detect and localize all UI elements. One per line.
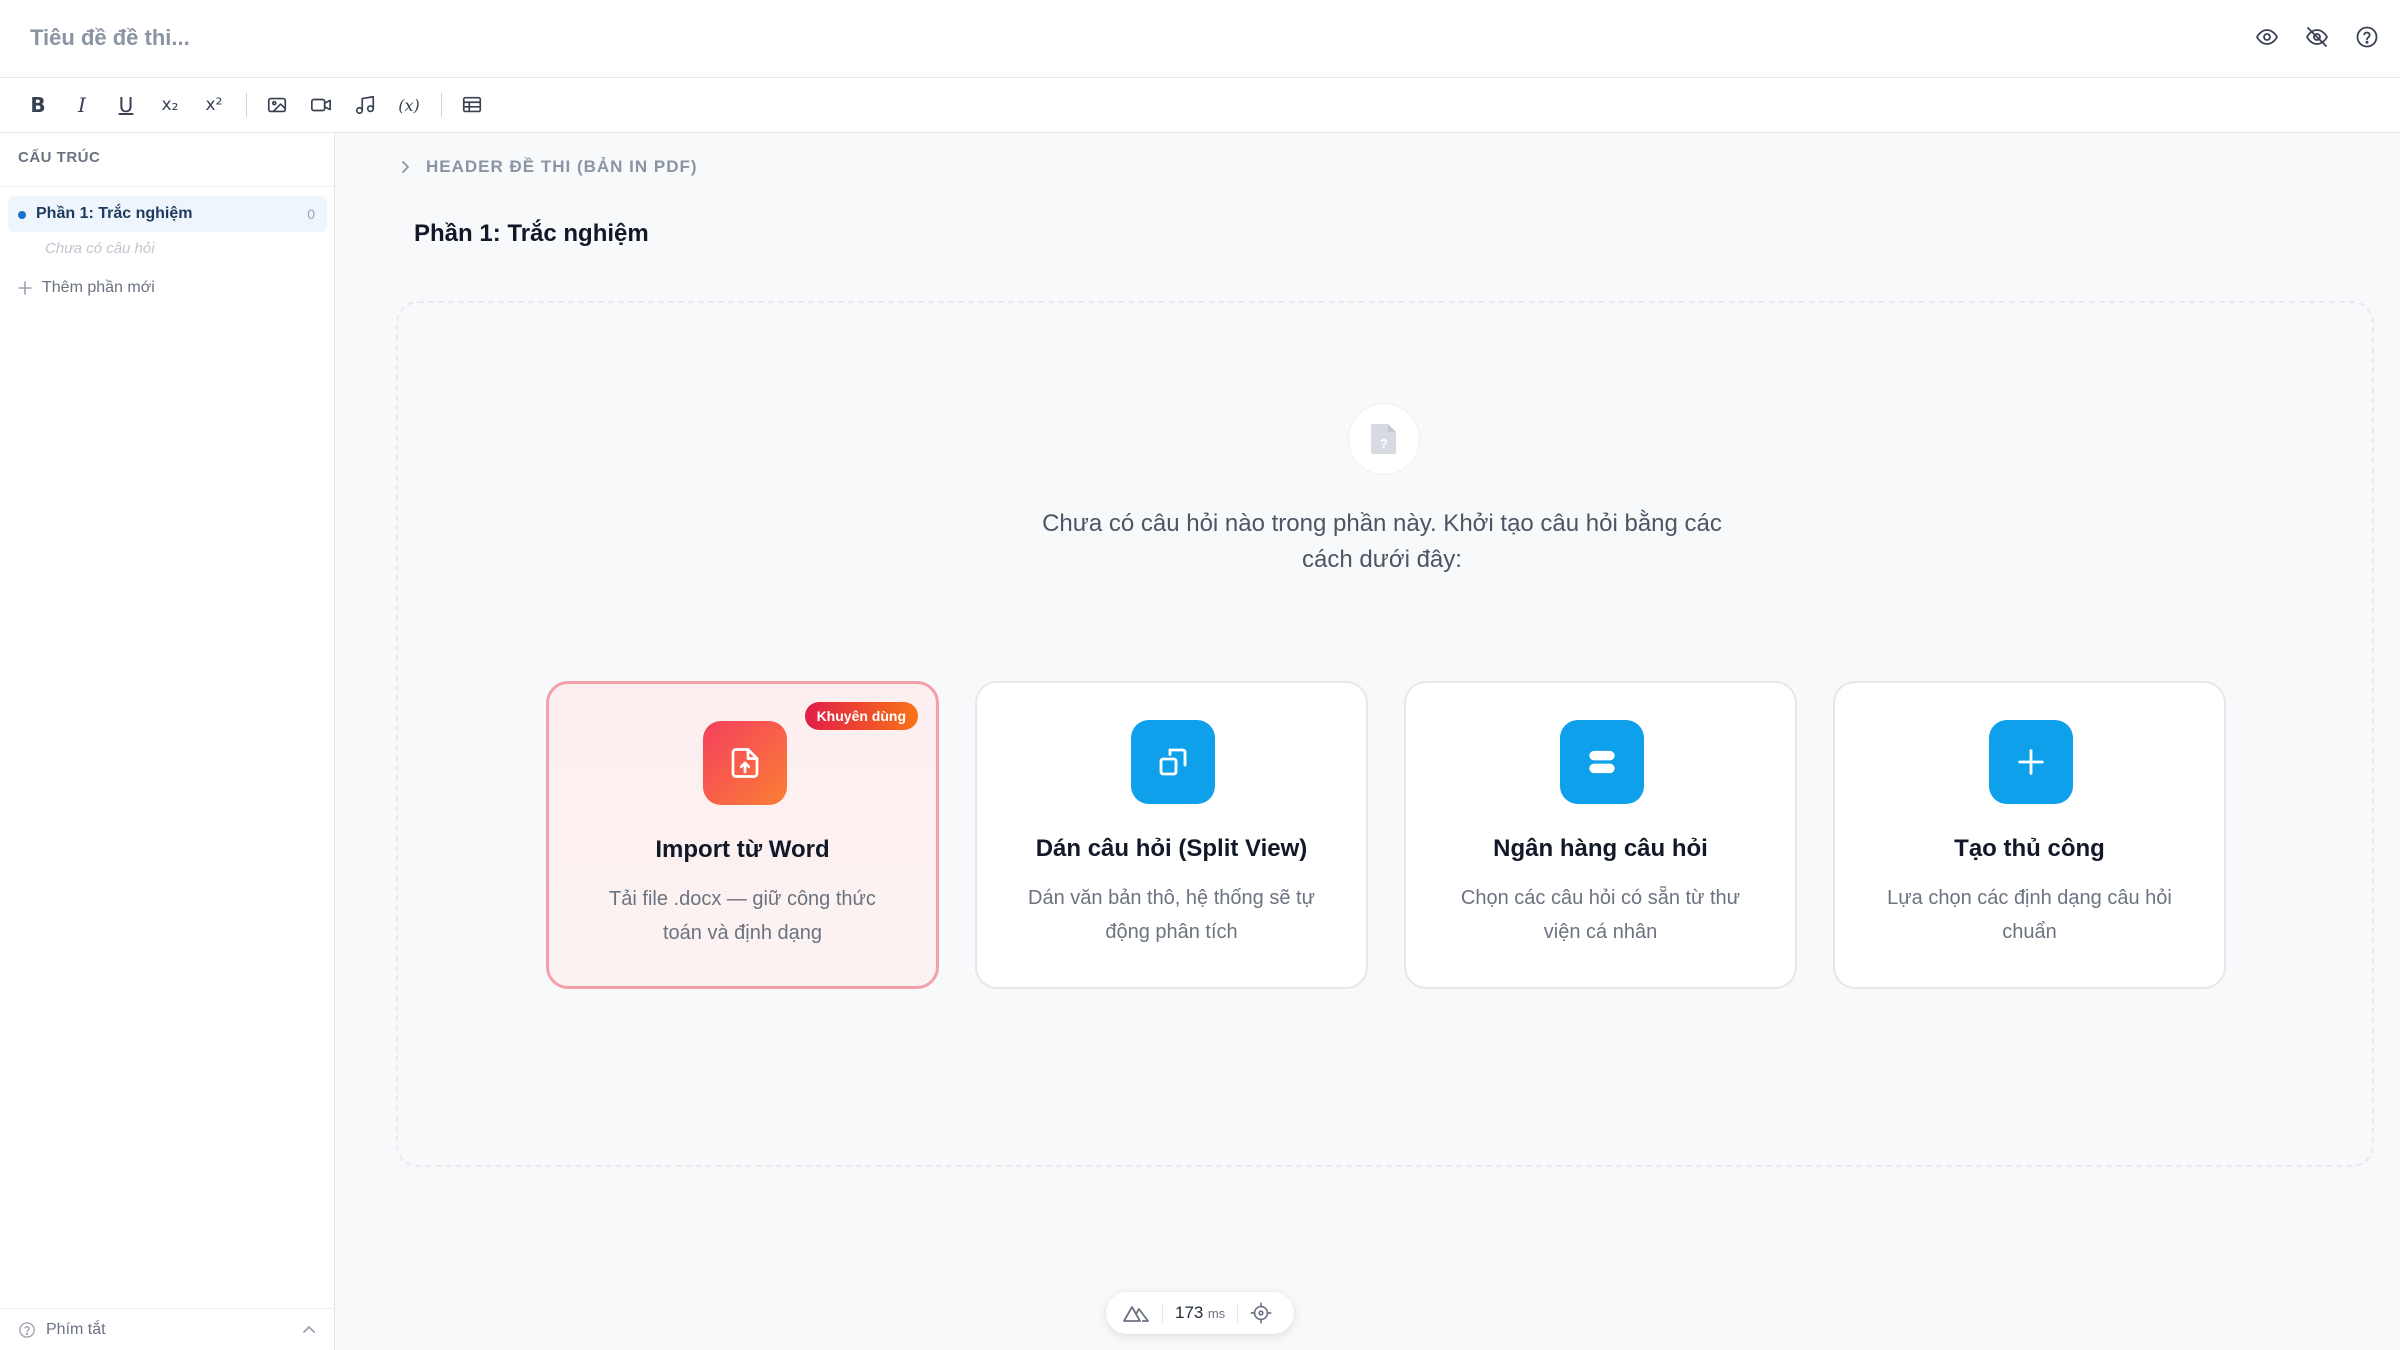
music-icon[interactable] <box>347 87 383 123</box>
empty-document-icon: ? <box>1348 403 1420 475</box>
structure-sidebar: CẤU TRÚC Phần 1: Trắc nghiệm 0 Chưa có c… <box>0 133 335 1350</box>
superscript-button[interactable]: x² <box>196 87 232 123</box>
toolbar-divider <box>246 93 247 117</box>
eye-off-icon[interactable] <box>2302 22 2332 52</box>
nuxt-logo-icon <box>1123 1306 1149 1322</box>
performance-indicator[interactable]: 173 ms <box>1106 1292 1294 1334</box>
image-icon[interactable] <box>259 87 295 123</box>
creation-options: Khuyên dùng Import từ Word Tải file .doc… <box>546 681 2226 989</box>
bold-button[interactable]: B <box>20 87 56 123</box>
sidebar-item-section-1[interactable]: Phần 1: Trắc nghiệm 0 <box>8 196 327 232</box>
table-icon[interactable] <box>454 87 490 123</box>
main-editor: HEADER ĐỀ THI (BẢN IN PDF) Phần 1: Trắc … <box>336 133 2400 1350</box>
formula-button[interactable]: (x) <box>391 87 427 123</box>
sidebar-empty-hint: Chưa có câu hỏi <box>45 240 155 257</box>
shortcuts-label: Phím tắt <box>46 1320 106 1338</box>
response-time-value: 173 <box>1175 1303 1204 1322</box>
stack-icon <box>1560 720 1644 804</box>
add-section-button[interactable]: Thêm phần mới <box>18 279 155 297</box>
import-word-card[interactable]: Khuyên dùng Import từ Word Tải file .doc… <box>546 681 939 989</box>
crosshair-icon[interactable] <box>1250 1302 1272 1324</box>
empty-section-zone: ? Chưa có câu hỏi nào trong phần này. Kh… <box>396 301 2374 1167</box>
card-title: Import từ Word <box>655 836 830 863</box>
italic-button[interactable]: I <box>64 87 100 123</box>
subscript-button[interactable]: x₂ <box>152 87 188 123</box>
pdf-header-label: HEADER ĐỀ THI (BẢN IN PDF) <box>426 157 698 176</box>
top-actions <box>2252 22 2382 52</box>
empty-state-message: Chưa có câu hỏi nào trong phần này. Khởi… <box>1042 510 1722 573</box>
eye-icon[interactable] <box>2252 22 2282 52</box>
help-circle-icon <box>19 1321 35 1338</box>
perf-divider <box>1237 1303 1239 1323</box>
pdf-header-toggle[interactable]: HEADER ĐỀ THI (BẢN IN PDF) <box>398 157 698 177</box>
chevron-right-icon <box>402 161 409 173</box>
card-title: Tạo thủ công <box>1954 835 2105 862</box>
active-dot-icon <box>18 211 26 219</box>
file-upload-icon <box>703 721 787 805</box>
sidebar-heading: CẤU TRÚC <box>0 133 334 187</box>
plus-icon <box>1989 720 2073 804</box>
card-description: Lựa chọn các định dạng câu hỏi chuẩn <box>1887 887 2172 943</box>
chevron-up-icon <box>303 1325 315 1333</box>
svg-text:?: ? <box>1380 436 1388 451</box>
card-description: Chọn các câu hỏi có sẵn từ thư viện cá n… <box>1460 887 1741 943</box>
exam-title-input[interactable] <box>30 18 1430 58</box>
recommended-badge: Khuyên dùng <box>804 702 918 730</box>
response-time-unit: ms <box>1207 1306 1226 1321</box>
card-description: Dán văn bản thô, hệ thống sẽ tự động phâ… <box>1028 887 1315 943</box>
add-section-label: Thêm phần mới <box>42 279 155 296</box>
paste-split-view-card[interactable]: Dán câu hỏi (Split View) Dán văn bản thô… <box>975 681 1368 989</box>
manual-create-card[interactable]: Tạo thủ công Lựa chọn các định dạng câu … <box>1833 681 2226 989</box>
top-bar <box>0 0 2400 78</box>
format-toolbar: B I U x₂ x² (x) <box>0 78 2400 133</box>
toolbar-divider <box>441 93 442 117</box>
underline-button[interactable]: U <box>108 87 144 123</box>
question-bank-card[interactable]: Ngân hàng câu hỏi Chọn các câu hỏi có sẵ… <box>1404 681 1797 989</box>
card-description: Tải file .docx — giữ công thức toán và đ… <box>609 888 876 944</box>
sidebar-item-label: Phần 1: Trắc nghiệm <box>36 205 193 222</box>
shortcuts-toggle[interactable]: Phím tắt <box>0 1308 335 1350</box>
video-icon[interactable] <box>303 87 339 123</box>
card-title: Dán câu hỏi (Split View) <box>1035 835 1308 862</box>
question-count: 0 <box>307 206 315 222</box>
card-title: Ngân hàng câu hỏi <box>1493 835 1708 862</box>
perf-divider <box>1162 1303 1163 1323</box>
help-icon[interactable] <box>2352 22 2382 52</box>
copy-icon <box>1131 720 1215 804</box>
section-title: Phần 1: Trắc nghiệm <box>414 220 649 247</box>
plus-icon <box>18 281 32 295</box>
